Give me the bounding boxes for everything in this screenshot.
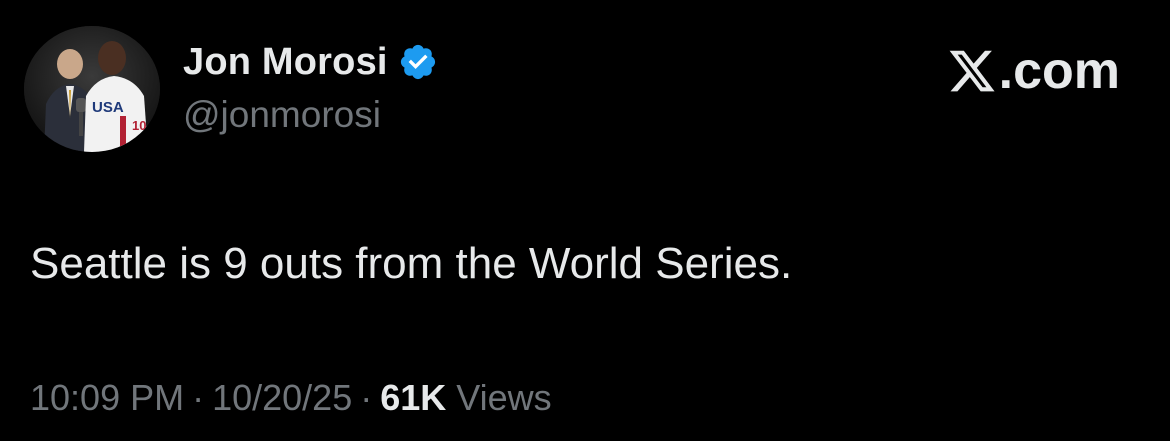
brand-text: .com [998,42,1120,100]
tweet-time[interactable]: 10:09 PM [30,377,184,418]
views-count[interactable]: 61K [380,377,446,418]
avatar-image: USA 10 [24,26,160,152]
author-display-name[interactable]: Jon Morosi [183,38,388,86]
meta-separator: · [192,377,205,418]
tweet-card: USA 10 Jon Morosi @jonmorosi .com Seattl… [0,0,1170,441]
meta-separator: · [360,377,373,418]
verified-badge-icon [398,42,438,82]
avatar[interactable]: USA 10 [24,26,160,152]
tweet-meta: 10:09 PM · 10/20/25 · 61K Views [30,374,552,422]
brand-logo: .com [947,42,1120,100]
tweet-text: Seattle is 9 outs from the World Series. [30,239,793,288]
author-handle[interactable]: @jonmorosi [183,92,381,138]
svg-text:USA: USA [92,99,124,116]
svg-text:10: 10 [132,118,146,133]
tweet-date[interactable]: 10/20/25 [212,377,352,418]
x-logo-icon [947,46,997,96]
author-name-row[interactable]: Jon Morosi [183,38,438,86]
views-label: Views [456,377,552,418]
